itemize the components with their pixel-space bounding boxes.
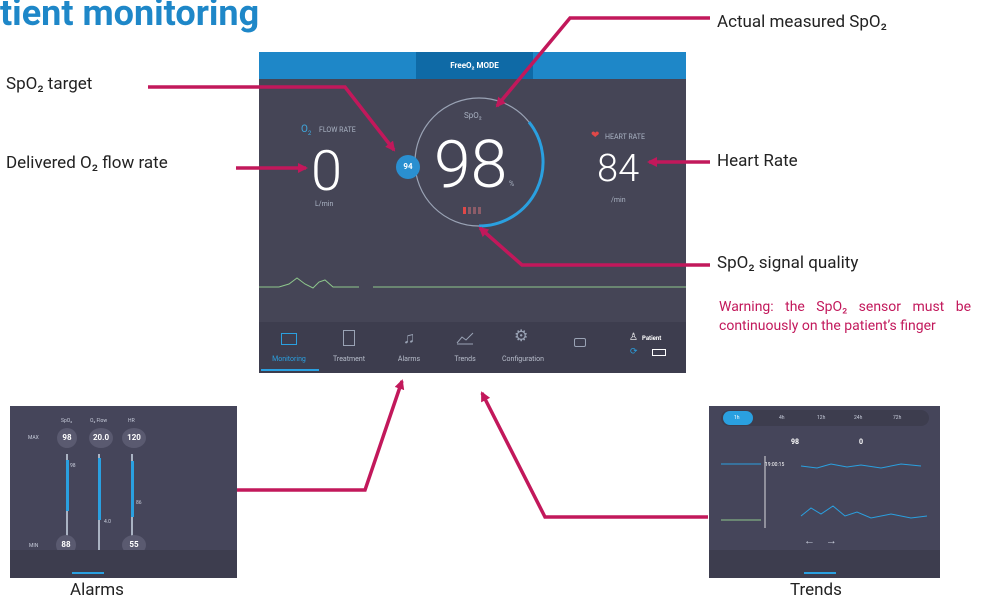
alarms-header-hr: HR: [128, 418, 135, 424]
alarms-min-label: MIN: [29, 543, 39, 549]
figure: tient monitoring FreeO₂ MODE O2 FLOW RAT…: [0, 0, 985, 603]
trends-tab-24h[interactable]: 24h: [854, 415, 862, 421]
alarm-marker-flow: 4.0: [104, 519, 111, 525]
alarm-max-spo2: 98: [57, 428, 77, 448]
alarms-caption: Alarms: [70, 580, 124, 600]
alarm-fill-hr: [131, 461, 134, 517]
alarm-marker-spo2: 98: [70, 463, 76, 469]
alarm-max-flow: 20.0: [89, 428, 113, 448]
alarm-fill-flow: [98, 458, 101, 520]
alarms-header-spo2: SpO₂: [61, 418, 73, 424]
alarms-max-label: MAX: [28, 435, 39, 441]
alarms-thumbnail: SpO₂ O₂ Flow HR MAX 98 20.0 120 98 4.0 8…: [10, 406, 237, 578]
trends-chart: [721, 456, 928, 528]
alarm-fill-spo2: [66, 460, 69, 511]
alarms-header-flow: O₂ Flow: [90, 418, 108, 424]
alarm-marker-hr: 86: [136, 500, 142, 506]
trends-spo2-value: 98: [791, 438, 800, 446]
trends-thumb-nav: [709, 550, 940, 578]
trends-tab-1h[interactable]: 1h: [734, 415, 740, 421]
trends-tab-72h[interactable]: 72h: [893, 415, 901, 421]
trends-tab-4h[interactable]: 4h: [779, 415, 785, 421]
alarms-thumb-nav: [10, 550, 237, 578]
trends-flow-value: 0: [859, 438, 864, 446]
trends-tab-12h[interactable]: 12h: [817, 415, 825, 421]
alarm-max-hr: 120: [122, 428, 146, 448]
trends-caption: Trends: [790, 580, 842, 600]
trends-arrows[interactable]: ← →: [804, 534, 837, 547]
trends-thumbnail: 1h 4h 12h 24h 72h 98 0 19:00:15 ← →: [709, 406, 940, 578]
